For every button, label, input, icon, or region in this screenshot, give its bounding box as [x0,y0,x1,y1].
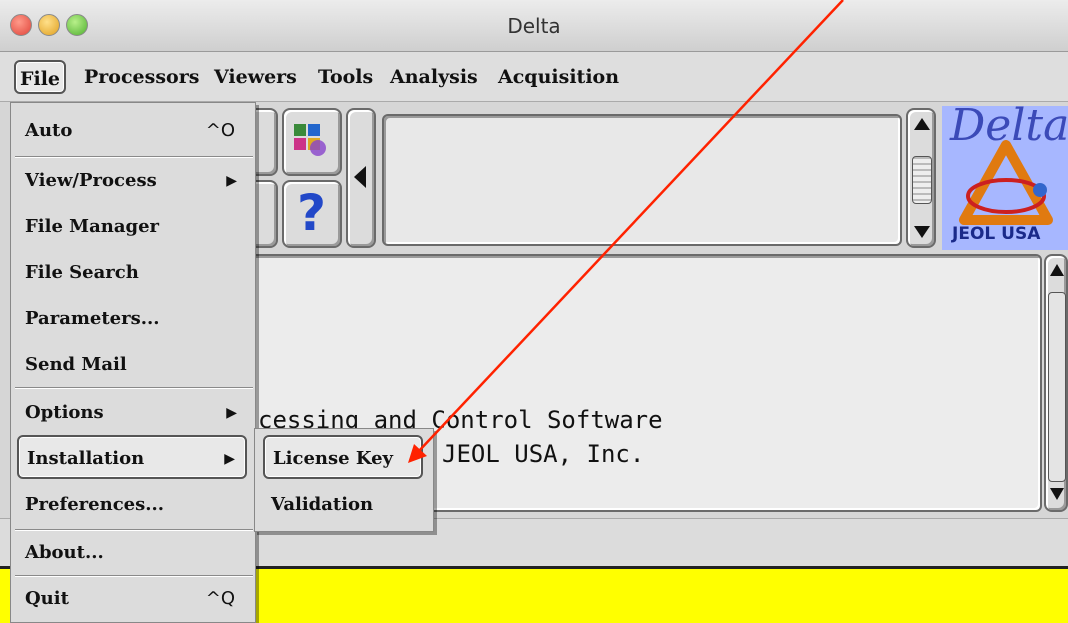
annotation-arrow [408,0,844,463]
